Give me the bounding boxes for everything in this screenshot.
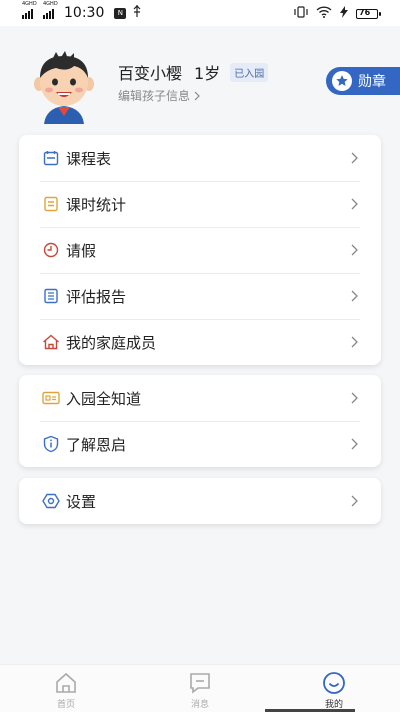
chevron-right-icon [351, 290, 358, 302]
wifi-icon [316, 6, 332, 22]
signal-icon: 4GHD [22, 1, 37, 19]
menu-card-primary: 课程表 课时统计 请假 评估报告 我的家庭成员 [19, 135, 381, 365]
menu-item-label: 课程表 [66, 149, 112, 168]
menu-item-label: 我的家庭成员 [66, 333, 157, 352]
menu-item-leave[interactable]: 请假 [19, 227, 381, 273]
message-icon [190, 673, 210, 694]
signal-label: 4GHD [43, 1, 58, 7]
chevron-right-icon [351, 336, 358, 348]
child-name: 百变小樱 [118, 64, 183, 83]
battery-level: 76 [359, 8, 371, 17]
menu-item-label: 入园全知道 [66, 389, 142, 408]
avatar[interactable] [30, 50, 98, 124]
chevron-right-icon [351, 438, 358, 450]
medal-button[interactable]: 勋章 [326, 67, 400, 95]
home-icon [56, 672, 76, 693]
edit-child-info-link[interactable]: 编辑孩子信息 [118, 87, 201, 104]
menu-item-schedule[interactable]: 课程表 [19, 135, 381, 181]
chevron-right-icon [351, 495, 358, 507]
menu-item-label: 了解恩启 [66, 435, 127, 454]
chevron-right-icon [351, 244, 358, 256]
menu-item-assessment-report[interactable]: 评估报告 [19, 273, 381, 319]
document-icon [42, 195, 60, 213]
menu-item-label: 课时统计 [66, 195, 127, 214]
status-bar: 4GHD 4GHD 10:30 N 76 [0, 0, 400, 26]
clock-time: 10:30 [64, 5, 105, 21]
chevron-right-icon [351, 392, 358, 404]
settings-icon [42, 492, 60, 510]
menu-item-family-members[interactable]: 我的家庭成员 [19, 319, 381, 365]
profile-icon [323, 672, 345, 694]
usb-icon [132, 5, 142, 21]
id-card-icon [42, 389, 60, 407]
star-icon [332, 71, 352, 91]
tab-label: 首页 [56, 700, 75, 710]
report-icon [42, 287, 60, 305]
menu-item-lesson-stats[interactable]: 课时统计 [19, 181, 381, 227]
menu-item-settings[interactable]: 设置 [19, 478, 381, 524]
menu-item-label: 请假 [66, 241, 97, 260]
menu-card-settings: 设置 [19, 478, 381, 524]
notification-badge: N [114, 7, 127, 19]
charging-icon [340, 6, 348, 22]
calendar-icon [42, 149, 60, 167]
chevron-right-icon [351, 152, 358, 164]
menu-item-about-enqi[interactable]: 了解恩启 [19, 421, 381, 467]
menu-item-label: 评估报告 [66, 287, 127, 306]
battery-icon: 76 [356, 8, 381, 19]
tab-label: 消息 [190, 700, 209, 710]
bottom-navigation: 首页 消息 我的 [0, 664, 400, 712]
chevron-right-icon [351, 198, 358, 210]
menu-card-info: 入园全知道 了解恩启 [19, 375, 381, 467]
home-icon [42, 333, 60, 351]
edit-child-info-label: 编辑孩子信息 [118, 89, 191, 103]
tab-home[interactable]: 首页 [36, 671, 96, 710]
medal-label: 勋章 [358, 74, 386, 90]
clock-icon [42, 241, 60, 259]
tab-profile[interactable]: 我的 [304, 671, 364, 710]
child-age: 1岁 [194, 64, 221, 83]
signal-label: 4GHD [22, 1, 37, 7]
signal-icon: 4GHD [43, 1, 58, 19]
chevron-right-icon [194, 91, 200, 100]
menu-item-enrollment-guide[interactable]: 入园全知道 [19, 375, 381, 421]
tab-messages[interactable]: 消息 [170, 671, 230, 710]
vibrate-icon [294, 6, 308, 22]
menu-item-label: 设置 [66, 492, 97, 511]
profile-header: 百变小樱 1岁 已入园 编辑孩子信息 勋章 [0, 26, 400, 134]
info-shield-icon [42, 435, 60, 453]
status-badge: 已入园 [230, 62, 269, 82]
